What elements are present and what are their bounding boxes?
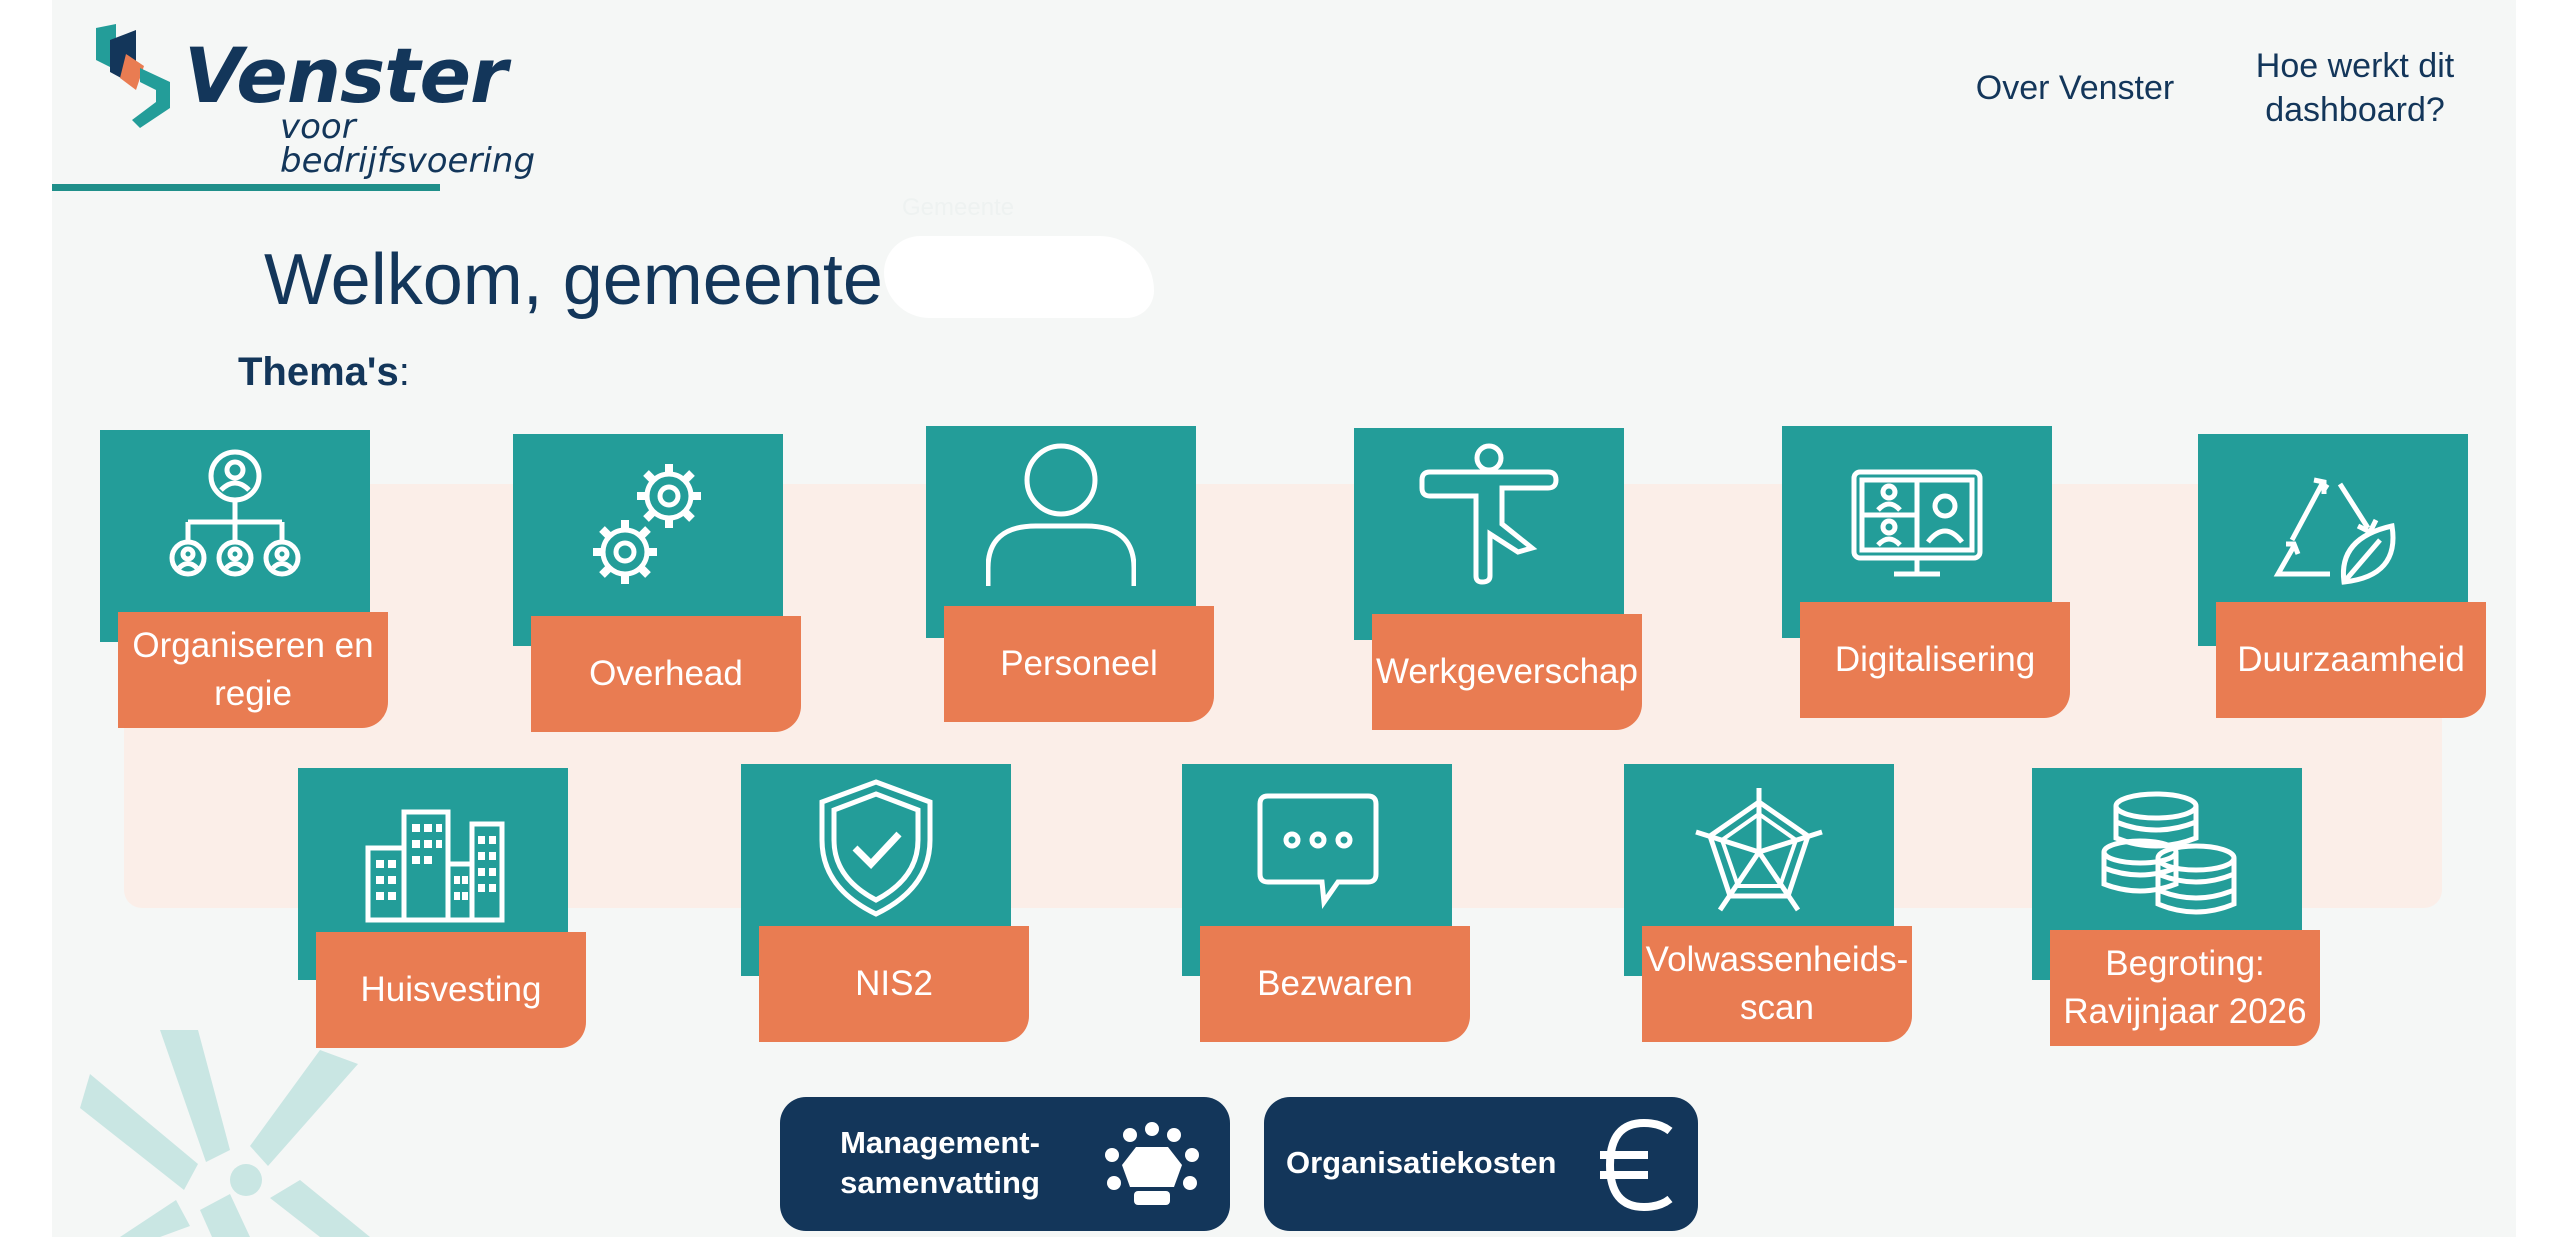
management-summary-label: Management-samenvatting — [840, 1125, 1040, 1200]
person-icon — [986, 443, 1136, 586]
organisation-costs-label: Organisatiekosten — [1286, 1145, 1557, 1180]
theme-tile-duurzaamheid[interactable]: Duurzaamheid — [2198, 434, 2486, 718]
theme-tile-begroting-ravijnjaar-2026[interactable]: Begroting: Ravijnjaar 2026 — [2032, 768, 2320, 1046]
redaction-mark — [884, 236, 1154, 318]
logo-title: Venster — [184, 31, 508, 120]
theme-tile-huisvesting[interactable]: Huisvesting — [298, 768, 586, 1048]
theme-tile-nis2[interactable]: NIS2 — [741, 764, 1029, 1042]
video-call-icon — [1851, 469, 1983, 577]
organisation-costs-button[interactable]: Organisatiekosten — [1264, 1097, 1698, 1231]
euro-icon — [1600, 1118, 1673, 1212]
chat-bubble-icon — [1257, 793, 1379, 909]
theme-tile-digitalisering[interactable]: Digitalisering — [1782, 426, 2070, 718]
yoga-icon — [1419, 443, 1559, 585]
theme-label[interactable]: NIS2 — [759, 926, 1029, 1042]
theme-label[interactable]: Overhead — [531, 616, 801, 732]
theme-tile-personeel[interactable]: Personeel — [926, 426, 1214, 722]
logo-mark-icon — [96, 24, 170, 128]
header-underline — [52, 184, 440, 191]
management-summary-button[interactable]: Management-samenvatting — [780, 1097, 1230, 1231]
theme-label[interactable]: Duurzaamheid — [2216, 602, 2486, 718]
theme-tile-bezwaren[interactable]: Bezwaren — [1182, 764, 1470, 1042]
nav-over-venster[interactable]: Over Venster — [1960, 66, 2190, 110]
theme-tile-overhead[interactable]: Overhead — [513, 434, 801, 732]
nav-hoe-werkt-dit-dashboard[interactable]: Hoe werkt dit dashboard? — [2230, 44, 2480, 132]
page-title: Welkom, gemeente — [264, 240, 883, 320]
meeting-table-icon — [1105, 1122, 1199, 1205]
shield-check-icon — [819, 779, 933, 917]
theme-label[interactable]: Digitalisering — [1800, 602, 2070, 718]
themes-heading: Thema's: — [238, 350, 410, 394]
gears-icon — [593, 464, 701, 584]
buildings-icon — [365, 809, 505, 923]
redacted-ghost-text: Gemeente — [902, 194, 1015, 221]
coins-icon — [2101, 791, 2237, 915]
theme-tile-volwassenheidsscan[interactable]: Volwassenheids-scan — [1624, 764, 1912, 1042]
theme-label[interactable]: Personeel — [944, 606, 1214, 722]
theme-tile-organiseren-en-regie[interactable]: Organiseren en regie — [100, 430, 388, 728]
theme-label[interactable]: Bezwaren — [1200, 926, 1470, 1042]
theme-tile-werkgeverschap[interactable]: Werkgeverschap — [1354, 428, 1642, 730]
theme-label[interactable]: Begroting: Ravijnjaar 2026 — [2050, 930, 2320, 1046]
recycle-leaf-icon — [2273, 477, 2396, 585]
venster-logo[interactable]: Venster voor bedrijfsvoering — [92, 24, 612, 178]
org-chart-icon — [169, 449, 301, 577]
theme-label[interactable]: Werkgeverschap — [1372, 614, 1642, 730]
theme-label[interactable]: Volwassenheids-scan — [1642, 926, 1912, 1042]
theme-label[interactable]: Organiseren en regie — [118, 612, 388, 728]
logo-tagline: voor bedrijfsvoering — [280, 107, 536, 181]
radar-chart-icon — [1695, 788, 1823, 912]
decorative-logo-watermark-icon — [80, 1030, 370, 1237]
